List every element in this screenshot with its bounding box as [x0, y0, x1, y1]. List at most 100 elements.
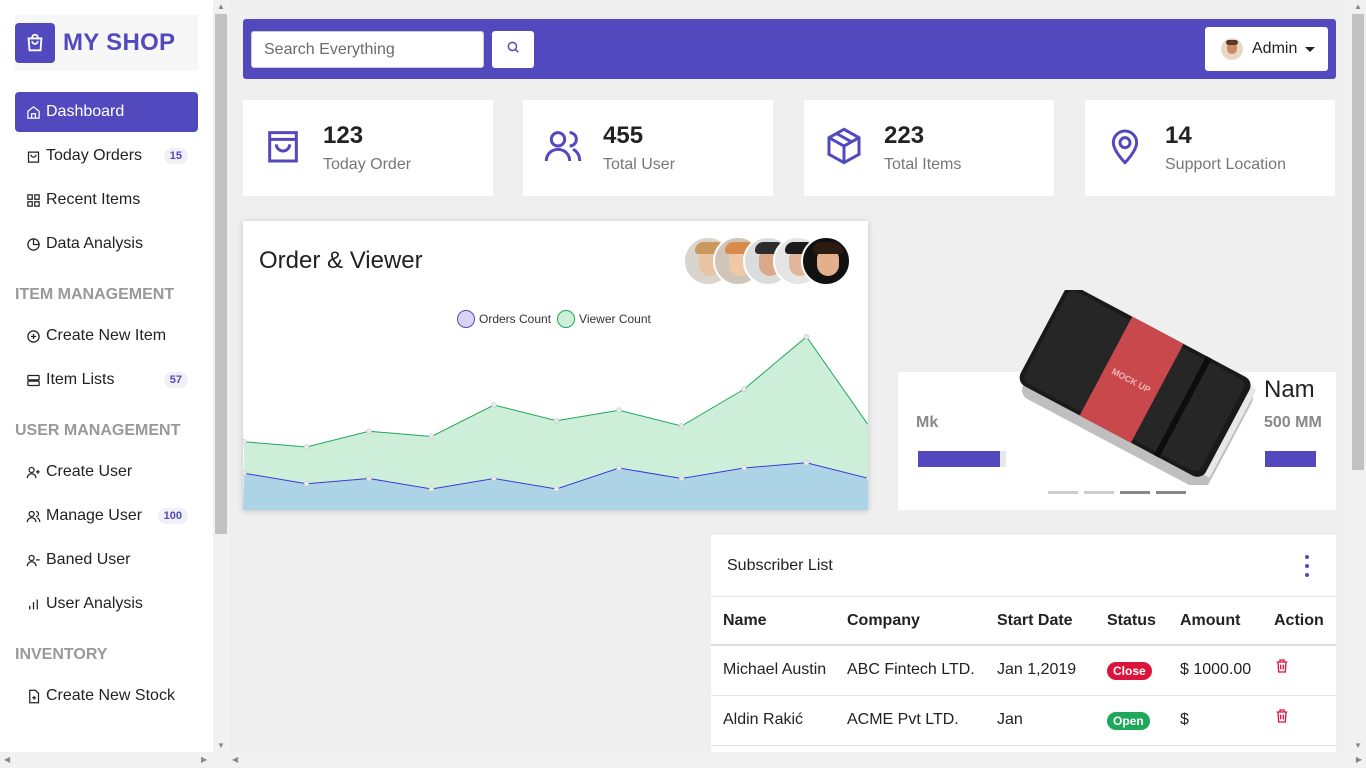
search-icon [506, 40, 520, 59]
column-header[interactable]: Company [835, 597, 985, 646]
stat-label: Today Order [323, 156, 412, 173]
sidebar-item-manage-user[interactable]: Manage User 100 [15, 496, 198, 536]
table-header-row: Name Company Start Date Status Amount Ac… [711, 597, 1336, 646]
viewer-avatars [683, 236, 853, 288]
status-badge: Open [1107, 712, 1150, 730]
avatar[interactable] [801, 236, 851, 286]
carousel-item-sub: Mk [916, 414, 939, 431]
cell-company: ACME Pvt LTD. [835, 695, 985, 746]
scroll-left-arrow-icon[interactable]: ◀ [232, 755, 238, 764]
sidebar-item-label: Data Analysis [46, 235, 143, 252]
plus-circle-icon [25, 328, 41, 344]
data-point[interactable] [553, 418, 560, 424]
carousel-dot-active[interactable] [1120, 491, 1150, 494]
sidebar-item-baned-user[interactable]: Baned User [15, 540, 198, 580]
data-point[interactable] [741, 386, 747, 392]
sidebar-item-label: User Analysis [46, 595, 143, 612]
subscriber-list-card: Subscriber List Name Company Start Date … [711, 535, 1336, 752]
section-title-item-management: ITEM MANAGEMENT [15, 286, 175, 303]
chart-title: Order & Viewer [259, 247, 423, 274]
users-icon [25, 508, 41, 524]
sidebar-item-user-analysis[interactable]: User Analysis [15, 584, 198, 624]
scroll-left-arrow-icon[interactable]: ◀ [4, 755, 10, 764]
carousel-dot[interactable] [1156, 491, 1186, 494]
data-point[interactable] [803, 460, 810, 466]
data-point[interactable] [303, 444, 310, 450]
column-header[interactable]: Name [711, 597, 835, 646]
sidebar-item-create-new-item[interactable]: Create New Item [15, 316, 198, 356]
sidebar-item-item-lists[interactable]: Item Lists 57 [15, 360, 198, 400]
sidebar: MY SHOP Dashboard Today Orders 15 Recent… [0, 0, 213, 752]
horizontal-scrollbar[interactable]: ◀ ▶ ◀ ▶ [0, 752, 1366, 768]
column-header[interactable]: Action [1262, 597, 1336, 646]
data-point[interactable] [366, 428, 372, 434]
admin-dropdown-button[interactable]: Admin [1205, 27, 1328, 71]
sidebar-item-recent-items[interactable]: Recent Items [15, 180, 198, 220]
page-scrollbar[interactable]: ▲ ▼ [1350, 0, 1366, 752]
brand-logo[interactable]: MY SHOP [15, 15, 198, 71]
notebook-product-image: MOCK UP [1019, 290, 1257, 485]
cell-name: Michael Austin [711, 645, 835, 696]
data-point[interactable] [491, 402, 497, 408]
data-point[interactable] [616, 465, 622, 471]
carousel-dot[interactable] [1048, 491, 1078, 494]
sidebar-item-today-orders[interactable]: Today Orders 15 [15, 136, 198, 176]
data-point[interactable] [243, 470, 247, 476]
search-button[interactable] [492, 31, 534, 68]
data-point[interactable] [678, 423, 685, 429]
carousel-progress-bar [1265, 451, 1316, 467]
cell-amount: $ [1168, 695, 1262, 746]
bag-icon [25, 148, 41, 164]
data-point[interactable] [741, 465, 747, 471]
column-header[interactable]: Start Date [985, 597, 1095, 646]
page-scrollbar-thumb[interactable] [1352, 14, 1364, 470]
top-bar: Admin [243, 19, 1336, 79]
scroll-up-arrow-icon[interactable]: ▲ [1354, 2, 1362, 11]
stat-value: 455 [603, 122, 644, 149]
data-point[interactable] [243, 439, 247, 445]
sidebar-item-label: Create User [46, 463, 133, 480]
sidebar-scrollbar[interactable]: ▲ ▼ [213, 0, 229, 752]
sidebar-item-label: Manage User [46, 507, 143, 524]
scroll-right-arrow-icon[interactable]: ▶ [201, 755, 207, 764]
data-point[interactable] [553, 486, 560, 492]
order-viewer-chart-card: Order & Viewer Orders Count Viewer Count [243, 221, 868, 510]
stat-label: Total Items [884, 156, 962, 173]
data-point[interactable] [616, 407, 622, 413]
trash-icon[interactable] [1274, 709, 1290, 728]
column-header[interactable]: Status [1095, 597, 1168, 646]
data-point[interactable] [428, 486, 435, 492]
sidebar-item-create-user[interactable]: Create User [15, 452, 198, 492]
scroll-right-arrow-icon[interactable]: ▶ [1356, 755, 1362, 764]
sidebar-item-data-analysis[interactable]: Data Analysis [15, 224, 198, 264]
sidebar-nav: Dashboard Today Orders 15 Recent Items D… [15, 92, 198, 720]
data-point[interactable] [366, 475, 372, 482]
more-vertical-icon[interactable] [1302, 555, 1312, 577]
sidebar-item-dashboard[interactable]: Dashboard [15, 92, 198, 132]
scroll-down-arrow-icon[interactable]: ▼ [217, 741, 225, 750]
cell-start-date: Jan 1,2019 [985, 645, 1095, 696]
grid-icon [25, 192, 41, 208]
stat-label: Support Location [1165, 156, 1286, 173]
data-point[interactable] [303, 481, 310, 487]
chevron-down-icon [1305, 46, 1316, 52]
cell-name: Aldin Rakić [711, 695, 835, 746]
scroll-up-arrow-icon[interactable]: ▲ [217, 2, 225, 11]
cell-status: Open [1095, 695, 1168, 746]
column-header[interactable]: Amount [1168, 597, 1262, 646]
data-point[interactable] [678, 475, 685, 482]
brand-name: MY SHOP [63, 29, 176, 56]
stat-value: 14 [1165, 122, 1192, 149]
data-point[interactable] [803, 334, 810, 340]
subscriber-table: Name Company Start Date Status Amount Ac… [711, 597, 1336, 746]
sidebar-item-label: Create New Item [46, 327, 167, 344]
sidebar-item-create-new-stock[interactable]: Create New Stock [15, 676, 198, 716]
carousel-dot[interactable] [1084, 491, 1114, 494]
sidebar-scrollbar-thumb[interactable] [215, 14, 227, 534]
bar-chart-icon [25, 596, 41, 612]
data-point[interactable] [428, 433, 435, 440]
scroll-down-arrow-icon[interactable]: ▼ [1354, 741, 1362, 750]
search-input[interactable] [251, 31, 484, 68]
data-point[interactable] [491, 475, 497, 482]
trash-icon[interactable] [1274, 659, 1290, 678]
